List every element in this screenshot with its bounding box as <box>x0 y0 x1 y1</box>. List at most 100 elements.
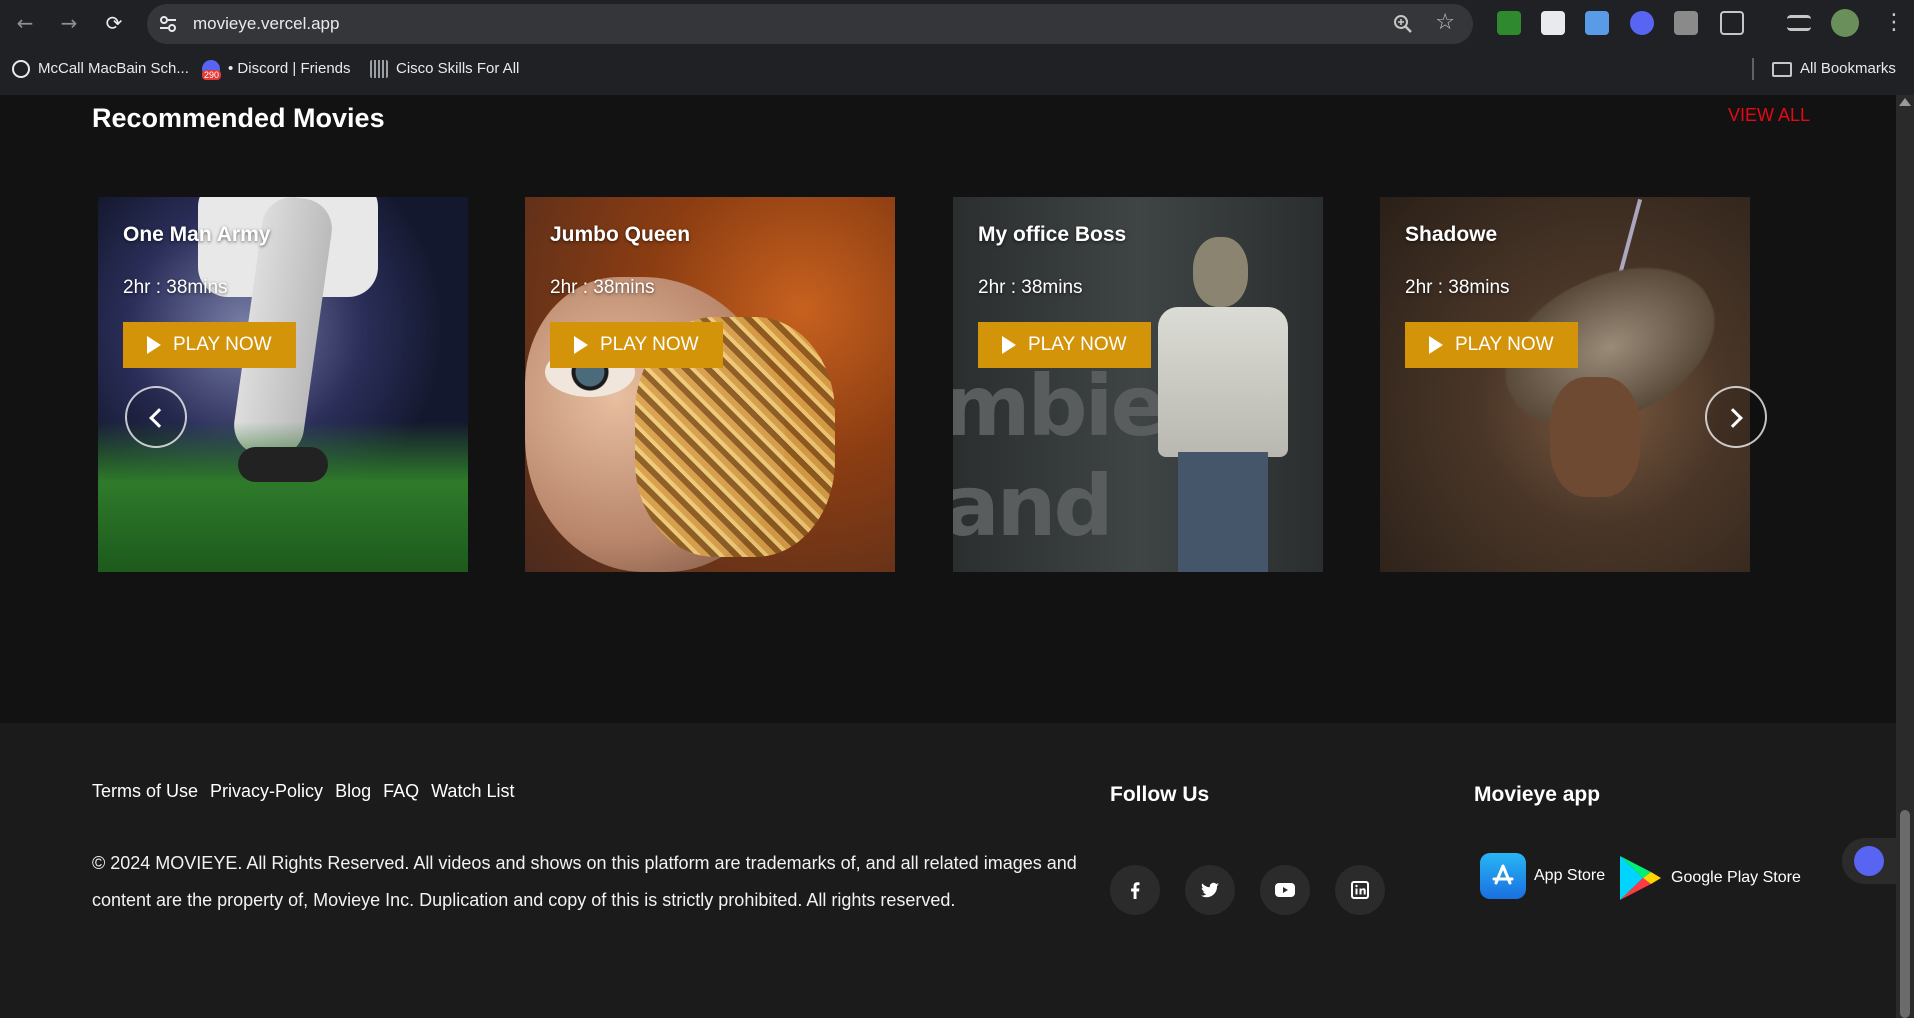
movie-duration: 2hr : 38mins <box>1405 277 1510 298</box>
play-now-button[interactable]: PLAY NOW <box>123 322 296 368</box>
google-play-link[interactable]: Google Play Store <box>1617 853 1801 903</box>
footer-link-privacy[interactable]: Privacy-Policy <box>210 781 323 802</box>
google-play-label: Google Play Store <box>1671 869 1801 886</box>
play-now-button[interactable]: PLAY NOW <box>978 322 1151 368</box>
facebook-icon <box>1131 882 1140 899</box>
linkedin-icon <box>1351 881 1369 899</box>
app-store-link[interactable]: App Store <box>1480 853 1605 899</box>
forward-button[interactable]: → <box>54 8 84 38</box>
chevron-right-icon <box>1723 408 1743 428</box>
footer-link-blog[interactable]: Blog <box>335 781 371 802</box>
chevron-left-icon <box>149 408 169 428</box>
carousel-next-button[interactable] <box>1705 386 1767 448</box>
movie-card[interactable]: One Man Army 2hr : 38mins PLAY NOW <box>98 197 468 572</box>
linkedin-link[interactable] <box>1335 865 1385 915</box>
extension-download-icon[interactable] <box>1497 11 1521 35</box>
play-label: PLAY NOW <box>1028 334 1127 355</box>
extension-discord-icon[interactable] <box>1630 11 1654 35</box>
movie-duration: 2hr : 38mins <box>978 277 1083 298</box>
poster-art <box>1158 307 1288 457</box>
movie-title: My office Boss <box>978 223 1127 246</box>
reload-button[interactable]: ⟳ <box>99 8 129 38</box>
movie-title: Shadowe <box>1405 223 1498 246</box>
movie-card[interactable]: mbie and My office Boss 2hr : 38mins PLA… <box>953 197 1323 572</box>
extension-save-icon[interactable] <box>1585 11 1609 35</box>
discord-icon <box>1854 846 1884 876</box>
play-icon <box>147 336 161 354</box>
address-bar[interactable]: movieye.vercel.app ☆ <box>147 4 1473 44</box>
app-title: Movieye app <box>1474 783 1601 806</box>
scrollbar-thumb[interactable] <box>1900 810 1910 1018</box>
reading-list-icon[interactable] <box>1787 15 1811 31</box>
view-all-link[interactable]: VIEW ALL <box>1728 105 1810 126</box>
poster-art <box>238 447 328 482</box>
bookmark-star-icon[interactable]: ☆ <box>1435 10 1455 35</box>
carousel-prev-button[interactable] <box>125 386 187 448</box>
play-label: PLAY NOW <box>600 334 699 355</box>
folder-icon <box>1772 61 1792 77</box>
zoom-icon[interactable] <box>1393 14 1413 34</box>
footer-link-watchlist[interactable]: Watch List <box>431 781 514 802</box>
play-label: PLAY NOW <box>1455 334 1554 355</box>
movie-title: Jumbo Queen <box>550 223 691 246</box>
follow-us-title: Follow Us <box>1110 783 1210 806</box>
bookmark-item[interactable]: Cisco Skills For All <box>370 58 519 80</box>
discord-favicon-icon: 290 <box>202 60 222 80</box>
all-bookmarks-label: All Bookmarks <box>1800 60 1896 77</box>
bookmark-item[interactable]: 290 • Discord | Friends <box>202 58 351 80</box>
browser-toolbar: ← → ⟳ movieye.vercel.app ☆ ⋮ <box>0 0 1914 46</box>
profile-avatar[interactable] <box>1831 9 1859 37</box>
movie-card[interactable]: Jumbo Queen 2hr : 38mins PLAY NOW <box>525 197 895 572</box>
footer-links: Terms of Use Privacy-Policy Blog FAQ Wat… <box>92 781 514 802</box>
movie-duration: 2hr : 38mins <box>123 277 228 298</box>
bookmark-favicon-icon <box>12 60 30 78</box>
copyright-text: © 2024 MOVIEYE. All Rights Reserved. All… <box>92 853 1077 910</box>
extensions-puzzle-icon[interactable] <box>1720 11 1744 35</box>
movie-duration: 2hr : 38mins <box>550 277 655 298</box>
twitter-icon <box>1201 882 1219 898</box>
poster-word: and <box>953 457 1114 555</box>
extension-misc-icon[interactable] <box>1674 11 1698 35</box>
twitter-link[interactable] <box>1185 865 1235 915</box>
footer: Terms of Use Privacy-Policy Blog FAQ Wat… <box>0 723 1896 1018</box>
social-links <box>1110 865 1385 915</box>
google-play-icon <box>1620 856 1661 900</box>
scroll-up-arrow-icon[interactable] <box>1899 98 1911 106</box>
page-content: Recommended Movies VIEW ALL One Man Army… <box>0 95 1896 1018</box>
poster-art <box>1550 377 1640 497</box>
play-icon <box>1002 336 1016 354</box>
browser-chrome: ← → ⟳ movieye.vercel.app ☆ ⋮ McCall MacB… <box>0 0 1914 95</box>
footer-link-faq[interactable]: FAQ <box>383 781 419 802</box>
poster-art <box>1193 237 1248 307</box>
site-settings-icon[interactable] <box>157 13 179 35</box>
poster-word: mbie <box>953 357 1167 455</box>
all-bookmarks-button[interactable]: All Bookmarks <box>1772 58 1896 80</box>
youtube-link[interactable] <box>1260 865 1310 915</box>
poster-art <box>1153 237 1293 572</box>
bookmark-label: Cisco Skills For All <box>396 60 520 77</box>
bookmarks-divider <box>1752 58 1754 80</box>
footer-link-terms[interactable]: Terms of Use <box>92 781 198 802</box>
play-label: PLAY NOW <box>173 334 272 355</box>
section-title: Recommended Movies <box>92 103 385 133</box>
poster-art <box>1178 452 1268 572</box>
play-icon <box>1429 336 1443 354</box>
app-store-label: App Store <box>1534 867 1606 884</box>
bookmark-item[interactable]: McCall MacBain Sch... <box>12 58 189 80</box>
facebook-link[interactable] <box>1110 865 1160 915</box>
bookmarks-bar: McCall MacBain Sch... 290 • Discord | Fr… <box>0 50 1914 88</box>
play-now-button[interactable]: PLAY NOW <box>1405 322 1578 368</box>
play-now-button[interactable]: PLAY NOW <box>550 322 723 368</box>
movie-card[interactable]: Shadowe 2hr : 38mins PLAY NOW <box>1380 197 1750 572</box>
notification-badge: 290 <box>202 70 222 80</box>
bookmark-label: McCall MacBain Sch... <box>38 60 189 77</box>
youtube-icon <box>1275 883 1295 897</box>
play-icon <box>574 336 588 354</box>
movie-title: One Man Army <box>123 223 271 246</box>
extension-lh-icon[interactable] <box>1541 11 1565 35</box>
browser-menu-icon[interactable]: ⋮ <box>1883 11 1905 35</box>
back-button[interactable]: ← <box>10 8 40 38</box>
app-store-icon <box>1480 853 1526 899</box>
url-text[interactable]: movieye.vercel.app <box>193 4 339 44</box>
cisco-favicon-icon <box>370 60 388 78</box>
